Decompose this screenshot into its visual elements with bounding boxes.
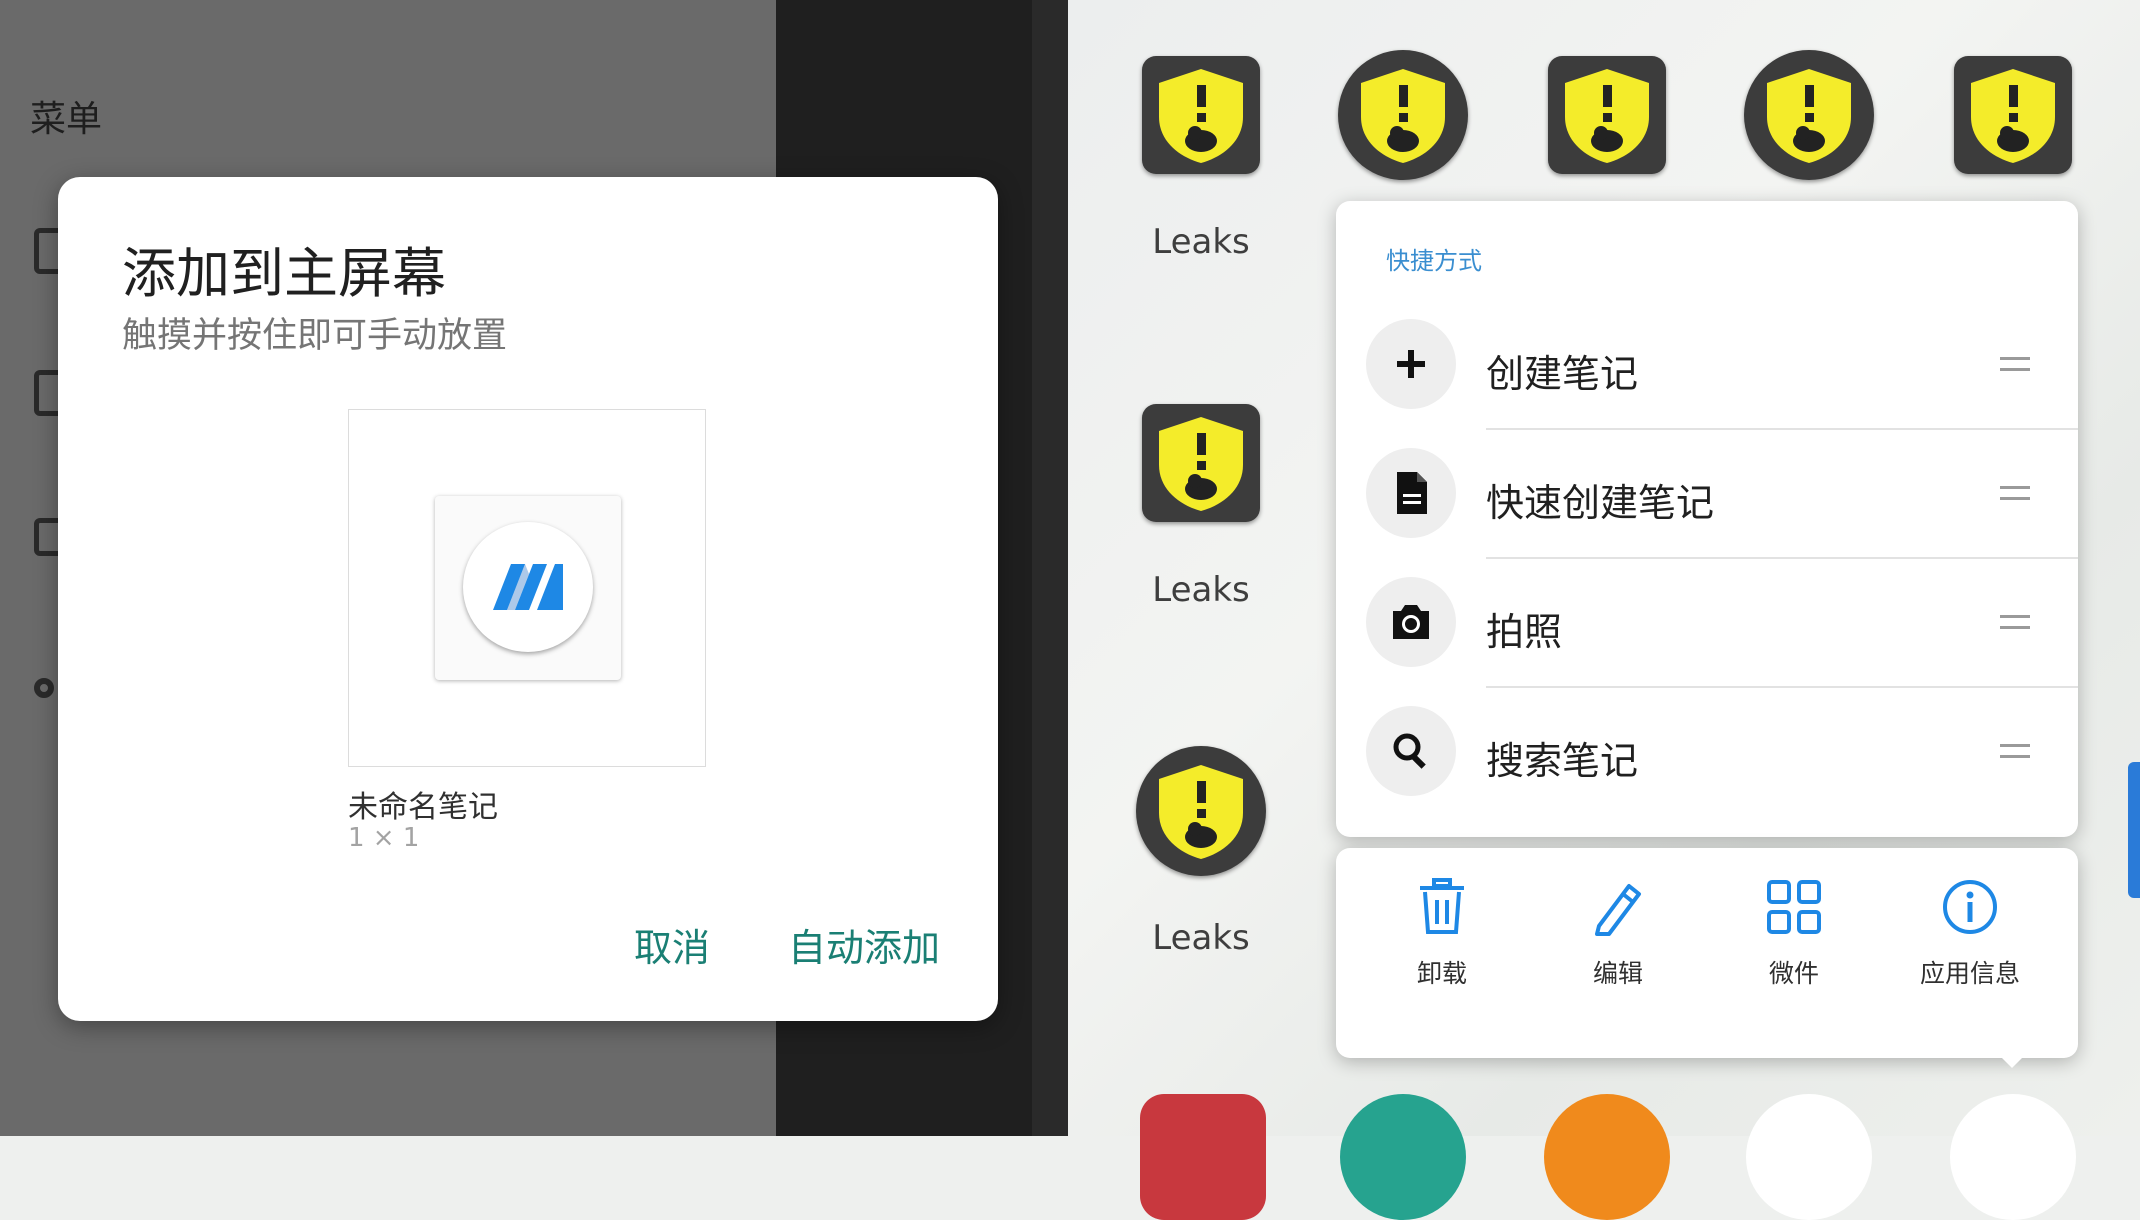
info-icon [1943, 880, 1997, 934]
drag-handle-icon[interactable] [2000, 615, 2030, 629]
app-logo [463, 522, 593, 652]
app-icon-white[interactable] [1746, 1094, 1872, 1220]
shield-icon [1971, 69, 2055, 163]
shortcut-quick-note[interactable]: 快速创建笔记 [1336, 430, 2078, 559]
widget-size: 1 × 1 [348, 823, 420, 853]
edge-panel-handle[interactable] [2128, 762, 2140, 898]
app-icon-white[interactable] [1950, 1094, 2076, 1220]
action-label: 编辑 [1592, 959, 1643, 988]
search-icon [1366, 706, 1456, 796]
app-label: Leaks [1152, 222, 1250, 262]
app-icon-orange[interactable] [1544, 1094, 1670, 1220]
menu-title: 菜单 [30, 99, 103, 140]
action-label: 卸载 [1416, 959, 1467, 988]
shortcuts-title: 快捷方式 [1386, 247, 1482, 275]
shield-icon [1565, 69, 1649, 163]
leaks-app-icon[interactable] [1338, 50, 1468, 180]
shield-icon [1767, 69, 1851, 163]
leaks-app-icon[interactable] [1142, 404, 1260, 522]
shield-icon [1159, 765, 1243, 859]
app-label: Leaks [1152, 918, 1250, 958]
widget-tile[interactable] [435, 496, 621, 680]
shortcut-search-notes[interactable]: 搜索笔记 [1336, 688, 2078, 817]
shortcut-create-note[interactable]: 创建笔记 [1336, 301, 2078, 430]
app-icon-teal[interactable] [1340, 1094, 1466, 1220]
shield-icon [1361, 69, 1445, 163]
leaks-app-icon[interactable] [1142, 56, 1260, 174]
drag-handle-icon[interactable] [2000, 357, 2030, 371]
drag-handle-icon[interactable] [2000, 744, 2030, 758]
share-icon[interactable] [34, 678, 54, 698]
widgets-icon [1767, 880, 1821, 934]
action-label: 应用信息 [1919, 959, 2020, 988]
trash-icon [1420, 878, 1464, 934]
app-label: Leaks [1152, 570, 1250, 610]
dialog-subtitle: 触摸并按住即可手动放置 [122, 316, 508, 356]
drag-handle-icon[interactable] [2000, 486, 2030, 500]
cancel-button[interactable]: 取消 [634, 917, 710, 972]
leaks-app-icon[interactable] [1548, 56, 1666, 174]
plus-icon [1366, 319, 1456, 409]
camera-icon [1366, 577, 1456, 667]
shortcut-label: 创建笔记 [1486, 352, 1639, 396]
shield-icon [1159, 417, 1243, 511]
logo-icon [493, 564, 563, 610]
shortcut-label: 快速创建笔记 [1486, 481, 1715, 525]
edit-button[interactable]: 编辑 [1530, 878, 1706, 990]
app-info-button[interactable]: 应用信息 [1882, 878, 2058, 990]
dialog-title: 添加到主屏幕 [122, 242, 446, 305]
app-actions-bar: 卸载 编辑 微件 应用信息 [1336, 848, 2078, 1058]
widget-preview[interactable] [348, 409, 706, 767]
shortcut-label: 搜索笔记 [1486, 739, 1639, 783]
shortcut-label: 拍照 [1486, 610, 1563, 654]
leaks-app-icon[interactable] [1136, 746, 1266, 876]
widget-name: 未命名笔记 [348, 790, 498, 825]
app-icon-red[interactable] [1140, 1094, 1266, 1220]
add-to-home-dialog: 添加到主屏幕 触摸并按住即可手动放置 未命名笔记 1 × 1 取消 自动添加 [58, 177, 998, 1021]
shortcut-take-photo[interactable]: 拍照 [1336, 559, 2078, 688]
auto-add-button[interactable]: 自动添加 [788, 917, 940, 972]
widgets-button[interactable]: 微件 [1706, 878, 1882, 990]
leaks-app-icon[interactable] [1954, 56, 2072, 174]
uninstall-button[interactable]: 卸载 [1354, 878, 1530, 990]
pencil-icon [1595, 884, 1641, 936]
leaks-app-icon[interactable] [1744, 50, 1874, 180]
background-divider [1032, 0, 1068, 1136]
shortcuts-popup: 快捷方式 创建笔记 快速创建笔记 拍照 搜索笔记 [1336, 201, 2078, 837]
document-icon [1366, 448, 1456, 538]
action-label: 微件 [1768, 959, 1819, 988]
popup-pointer [1996, 1052, 2028, 1068]
shield-icon [1159, 69, 1243, 163]
